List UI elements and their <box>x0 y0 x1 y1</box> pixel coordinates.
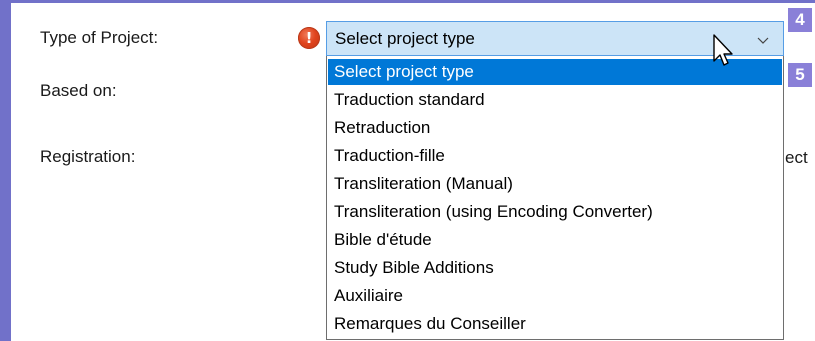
error-exclamation-icon: ! <box>298 27 320 49</box>
frame-border-left <box>0 0 11 341</box>
dropdown-option[interactable]: Auxiliaire <box>328 283 782 309</box>
dropdown-option[interactable]: Study Bible Additions <box>328 255 782 281</box>
dropdown-option[interactable]: Transliteration (using Encoding Converte… <box>328 199 782 225</box>
registration-label: Registration: <box>40 147 136 166</box>
type-of-project-label: Type of Project: <box>40 28 159 47</box>
project-type-dropdown-list[interactable]: Select project type Traduction standard … <box>326 56 784 340</box>
based-on-label: Based on: <box>40 81 117 100</box>
mouse-pointer-icon <box>713 34 733 66</box>
step-badge-4: 4 <box>788 8 812 32</box>
dropdown-option[interactable]: Traduction-fille <box>328 143 782 169</box>
dropdown-option[interactable]: Transliteration (Manual) <box>328 171 782 197</box>
dropdown-option[interactable]: Traduction standard <box>328 87 782 113</box>
dropdown-option[interactable]: Retraduction <box>328 115 782 141</box>
project-type-selected-value: Select project type <box>335 29 475 48</box>
chevron-down-icon[interactable] <box>757 34 769 46</box>
dropdown-option[interactable]: Remarques du Conseiller <box>328 311 782 337</box>
frame-border-top <box>0 0 815 3</box>
dropdown-option[interactable]: Bible d'étude <box>328 227 782 253</box>
partial-label-text: ect <box>785 148 808 167</box>
step-badge-5: 5 <box>788 63 812 87</box>
